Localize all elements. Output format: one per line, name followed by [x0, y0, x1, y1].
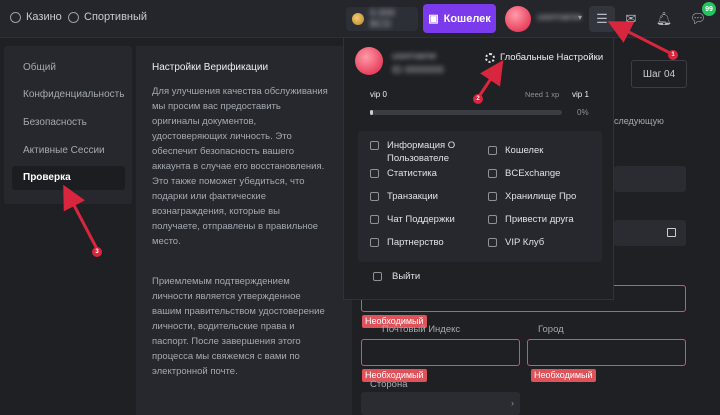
- casino-icon: [10, 11, 21, 23]
- info-title: Настройки Верификации: [152, 62, 269, 73]
- menu-refer-friend-label: Привести друга: [505, 214, 574, 225]
- menu-vip-club[interactable]: VIP Клуб: [488, 236, 544, 249]
- top-bar: Казино Спортивный 0.000 BCD ▣ Кошелек us…: [0, 0, 720, 38]
- calendar-icon[interactable]: [667, 228, 676, 237]
- logout-button[interactable]: Выйти: [373, 271, 420, 282]
- username-top: username: [537, 12, 582, 23]
- vip-current: vip 0: [370, 90, 387, 99]
- vip-club-icon: [488, 238, 497, 247]
- city-field[interactable]: [527, 339, 686, 366]
- user-icon: [370, 141, 379, 150]
- wallet-button-label: Кошелек: [443, 12, 491, 25]
- menu-support-chat-label: Чат Поддержки: [387, 214, 455, 225]
- balance-value: 0.000 BCD: [369, 8, 395, 30]
- menu-support-chat[interactable]: Чат Поддержки: [370, 213, 455, 226]
- menu-vault-pro[interactable]: Хранилище Про: [488, 190, 576, 203]
- menu-bcexchange-label: BCExchange: [505, 168, 561, 179]
- dropdown-username: username: [392, 51, 437, 62]
- vault-icon: [488, 192, 497, 201]
- nav-active-sessions[interactable]: Активные Сессии: [23, 145, 105, 156]
- nav-privacy[interactable]: Конфиденциальность: [23, 89, 124, 100]
- annotation-marker-3: 3: [92, 247, 102, 257]
- headset-icon: [370, 215, 379, 224]
- menu-wallet-label: Кошелек: [505, 145, 544, 156]
- form-field[interactable]: [614, 166, 686, 192]
- vip-progress-fill: [370, 110, 373, 115]
- verification-info-panel: Настройки Верификации Для улучшения каче…: [136, 46, 352, 415]
- menu-partnership[interactable]: Партнерство: [370, 236, 444, 249]
- required-badge: Необходимый: [531, 369, 596, 382]
- mail-button[interactable]: ✉: [618, 6, 644, 32]
- menu-user-info-label: Информация О Пользователе: [387, 140, 456, 164]
- bell-icon: 🔔︎: [655, 11, 673, 26]
- settings-nav: Общий Конфиденциальность Безопасность Ак…: [4, 46, 132, 204]
- wallet-icon: ▣: [428, 13, 439, 25]
- country-label: Сторона: [370, 379, 408, 390]
- refer-friend-icon: [488, 215, 497, 224]
- country-select[interactable]: [361, 392, 520, 415]
- balance-selector[interactable]: 0.000 BCD: [346, 7, 418, 31]
- gear-icon: [485, 52, 495, 63]
- info-paragraph-2: Приемлемым подтверждением личности являе…: [152, 276, 325, 377]
- menu-statistics[interactable]: Статистика: [370, 167, 437, 180]
- annotation-marker-1: 1: [668, 50, 678, 60]
- avatar[interactable]: [505, 6, 531, 32]
- sport-icon: [68, 11, 79, 23]
- menu-wallet[interactable]: Кошелек: [488, 144, 543, 157]
- city-label: Город: [538, 324, 564, 335]
- nav-general[interactable]: Общий: [23, 62, 56, 73]
- tab-step-4[interactable]: Шаг 04: [631, 60, 687, 88]
- nav-verification[interactable]: Проверка: [12, 166, 125, 190]
- dropdown-userid: ID 0000000: [392, 65, 444, 76]
- chevron-down-icon[interactable]: ▾: [578, 13, 582, 22]
- global-settings-link[interactable]: Глобальные Настройки: [485, 52, 603, 63]
- menu-refer-friend[interactable]: Привести друга: [488, 213, 574, 226]
- dropdown-menu-grid: Информация О Пользователе Статистика Тра…: [358, 131, 602, 262]
- nav-casino[interactable]: Казино: [10, 11, 62, 23]
- dropdown-avatar[interactable]: [355, 47, 383, 75]
- form-text-fragment: следующую: [614, 116, 664, 126]
- coin-icon: [352, 13, 364, 25]
- menu-transactions-label: Транзакции: [387, 191, 438, 202]
- menu-vault-pro-label: Хранилище Про: [505, 191, 577, 202]
- exchange-icon: [488, 169, 497, 178]
- notifications-button[interactable]: 🔔︎: [651, 6, 677, 32]
- menu-user-info[interactable]: Информация О Пользователе: [370, 139, 480, 165]
- logout-icon: [373, 272, 382, 281]
- menu-bcexchange[interactable]: BCExchange: [488, 167, 560, 180]
- nav-casino-label: Казино: [26, 11, 62, 23]
- wallet-button[interactable]: ▣ Кошелек: [423, 4, 496, 33]
- vip-progress-percent: 0%: [577, 108, 589, 117]
- transactions-icon: [370, 192, 379, 201]
- partnership-icon: [370, 238, 379, 247]
- vip-progress-bar: [370, 110, 562, 115]
- postal-code-field[interactable]: [361, 339, 520, 366]
- annotation-marker-2: 2: [473, 94, 483, 104]
- nav-sport[interactable]: Спортивный: [68, 11, 147, 23]
- nav-sport-label: Спортивный: [84, 11, 148, 23]
- menu-transactions[interactable]: Транзакции: [370, 190, 438, 203]
- menu-button[interactable]: ☰: [589, 6, 615, 32]
- menu-vip-club-label: VIP Клуб: [505, 237, 545, 248]
- user-dropdown-menu: username ID 0000000 Глобальные Настройки…: [343, 38, 614, 300]
- nav-verification-label: Проверка: [23, 172, 71, 183]
- logout-label: Выйти: [392, 271, 421, 282]
- vip-next: vip 1: [572, 90, 589, 99]
- hamburger-icon: ☰: [596, 11, 608, 26]
- info-paragraph-1: Для улучшения качества обслуживания мы п…: [152, 86, 328, 247]
- menu-partnership-label: Партнерство: [387, 237, 444, 248]
- wallet-icon: [488, 146, 497, 155]
- chevron-right-icon: ›: [511, 398, 514, 408]
- chat-badge: 99: [702, 2, 716, 16]
- postal-code-label: Почтовый Индекс: [382, 324, 461, 335]
- mail-icon: ✉: [625, 11, 637, 26]
- menu-statistics-label: Статистика: [387, 168, 437, 179]
- vip-need-xp: Need 1 xp: [525, 90, 560, 99]
- statistics-icon: [370, 169, 379, 178]
- nav-security[interactable]: Безопасность: [23, 117, 87, 128]
- global-settings-label: Глобальные Настройки: [500, 52, 604, 63]
